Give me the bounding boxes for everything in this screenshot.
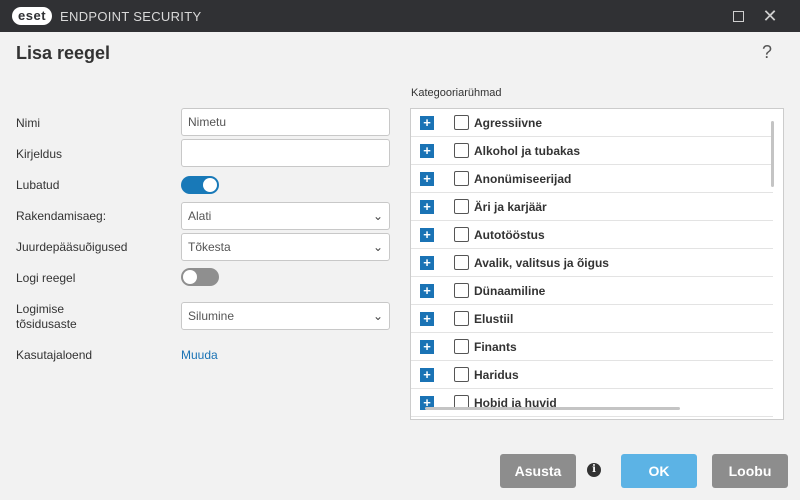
checkbox[interactable] — [454, 199, 469, 214]
checkbox[interactable] — [454, 143, 469, 158]
list-item[interactable]: + Finants — [411, 333, 773, 361]
expand-plus-icon[interactable]: + — [420, 144, 434, 158]
toggle-knob — [183, 270, 197, 284]
list-item[interactable]: + Dünaamiline — [411, 277, 773, 305]
checkbox[interactable] — [454, 339, 469, 354]
list-item[interactable]: + Alkohol ja tubakas — [411, 137, 773, 165]
checkbox[interactable] — [454, 255, 469, 270]
chevron-down-icon: ⌄ — [372, 240, 383, 254]
checkbox[interactable] — [454, 227, 469, 242]
enabled-label: Lubatud — [16, 178, 60, 192]
maximize-button[interactable] — [720, 0, 756, 32]
severity-value: Silumine — [188, 309, 235, 323]
ok-button[interactable]: OK — [621, 454, 697, 488]
access-select[interactable]: Tõkesta ⌄ — [181, 233, 390, 261]
category-label: Dünaamiline — [474, 284, 546, 298]
list-item[interactable]: + Avalik, valitsus ja õigus — [411, 249, 773, 277]
expand-plus-icon[interactable]: + — [420, 368, 434, 382]
enabled-toggle[interactable] — [181, 176, 219, 194]
apply-time-value: Alati — [188, 209, 212, 223]
description-label: Kirjeldus — [16, 147, 63, 161]
help-icon[interactable]: ? — [762, 42, 772, 63]
category-label: Äri ja karjäär — [474, 200, 547, 214]
brand-badge: eset — [12, 7, 53, 25]
apply-time-label: Rakendamisaeg: — [16, 209, 107, 223]
close-button[interactable]: ✕ — [752, 0, 788, 32]
info-icon[interactable]: i — [587, 463, 601, 477]
toggle-knob — [203, 178, 217, 192]
cancel-button[interactable]: Loobu — [712, 454, 788, 488]
checkbox[interactable] — [454, 171, 469, 186]
log-rule-label: Logi reegel — [16, 271, 76, 285]
expand-plus-icon[interactable]: + — [420, 116, 434, 130]
category-groups-label: Kategooriarühmad — [411, 87, 502, 99]
list-item[interactable]: + Anonümiseerijad — [411, 165, 773, 193]
list-item[interactable]: + Autotööstus — [411, 221, 773, 249]
vertical-scrollbar[interactable] — [771, 121, 774, 187]
expand-plus-icon[interactable]: + — [420, 228, 434, 242]
category-label: Agressiivne — [474, 116, 543, 130]
list-item[interactable]: + Agressiivne — [411, 109, 773, 137]
list-item[interactable]: + Elustiil — [411, 305, 773, 333]
category-list[interactable]: + Agressiivne + Alkohol ja tubakas + Ano… — [410, 108, 784, 420]
category-label: Alkohol ja tubakas — [474, 144, 581, 158]
edit-user-list-link[interactable]: Muuda — [181, 348, 218, 362]
apply-time-select[interactable]: Alati ⌄ — [181, 202, 390, 230]
category-label: Haridus — [474, 368, 519, 382]
eset-logo: eset ENDPOINT SECURITY — [12, 7, 201, 25]
title-bar: eset ENDPOINT SECURITY ✕ — [0, 0, 800, 32]
category-label: Elustiil — [474, 312, 514, 326]
access-value: Tõkesta — [188, 240, 231, 254]
checkbox[interactable] — [454, 367, 469, 382]
expand-plus-icon[interactable]: + — [420, 200, 434, 214]
name-field[interactable]: Nimetu — [181, 108, 390, 136]
category-label: Anonümiseerijad — [474, 172, 572, 186]
list-item[interactable]: + Hobid ja huvid — [411, 389, 773, 417]
setup-button[interactable]: Asusta — [500, 454, 576, 488]
user-list-label: Kasutajaloend — [16, 348, 93, 362]
log-rule-toggle[interactable] — [181, 268, 219, 286]
chevron-down-icon: ⌄ — [372, 209, 383, 223]
description-field[interactable] — [181, 139, 390, 167]
category-label: Avalik, valitsus ja õigus — [474, 256, 609, 270]
expand-plus-icon[interactable]: + — [420, 256, 434, 270]
page-title: Lisa reegel — [16, 43, 111, 63]
expand-plus-icon[interactable]: + — [420, 172, 434, 186]
category-label: Autotööstus — [474, 228, 545, 242]
name-label: Nimi — [16, 116, 40, 130]
chevron-down-icon: ⌄ — [372, 309, 383, 323]
severity-label-line1: Logimise — [16, 302, 65, 316]
access-label: Juurdepääsuõigused — [16, 240, 128, 254]
checkbox[interactable] — [454, 283, 469, 298]
severity-label-line2: tõsidusaste — [16, 317, 77, 331]
square-icon — [732, 10, 744, 22]
list-item[interactable]: + Haridus — [411, 361, 773, 389]
app-title: ENDPOINT SECURITY — [60, 8, 202, 24]
checkbox[interactable] — [454, 115, 469, 130]
horizontal-scrollbar[interactable] — [425, 407, 680, 410]
checkbox[interactable] — [454, 311, 469, 326]
category-label: Finants — [474, 340, 517, 354]
severity-select[interactable]: Silumine ⌄ — [181, 302, 390, 330]
close-icon: ✕ — [762, 5, 778, 26]
severity-label: Logimise tõsidusaste — [16, 302, 77, 332]
list-item[interactable]: + Äri ja karjäär — [411, 193, 773, 221]
expand-plus-icon[interactable]: + — [420, 312, 434, 326]
expand-plus-icon[interactable]: + — [420, 340, 434, 354]
expand-plus-icon[interactable]: + — [420, 284, 434, 298]
